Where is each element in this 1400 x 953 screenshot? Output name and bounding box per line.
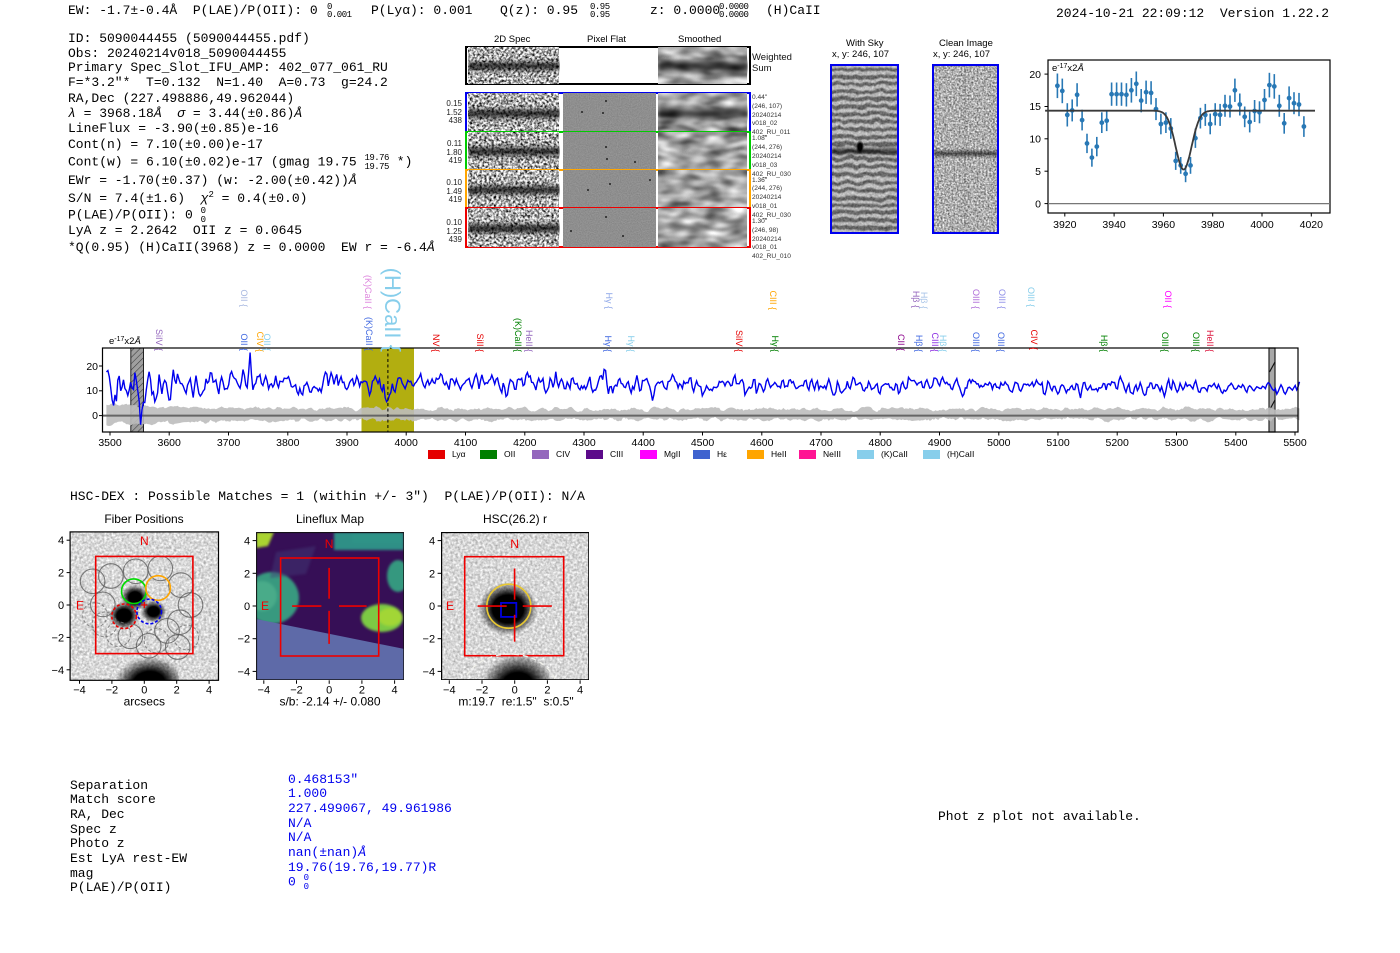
svg-text:4: 4 [429,536,435,548]
svg-text:m:19.7 re:1.5" s:0.5": m:19.7 re:1.5" s:0.5" [458,695,573,709]
svg-text:−4: −4 [423,666,436,678]
svg-text:−4: −4 [443,684,456,696]
svg-text:3920: 3920 [1053,219,1077,231]
svg-text:2: 2 [429,568,435,580]
svg-text:3960: 3960 [1152,219,1176,231]
svg-text:3980: 3980 [1201,219,1225,231]
svg-text:3940: 3940 [1102,219,1126,231]
svg-text:15: 15 [1029,101,1041,113]
svg-text:4000: 4000 [1250,219,1274,231]
svg-text:10: 10 [1029,134,1041,146]
svg-text:e-17x2Å: e-17x2Å [1052,63,1084,74]
svg-text:20: 20 [1029,69,1041,81]
svg-text:0: 0 [1035,198,1041,210]
svg-text:4020: 4020 [1300,219,1324,231]
svg-text:0: 0 [429,601,435,613]
svg-text:4: 4 [577,684,583,696]
svg-text:−2: −2 [423,634,436,646]
svg-text:5: 5 [1035,166,1041,178]
